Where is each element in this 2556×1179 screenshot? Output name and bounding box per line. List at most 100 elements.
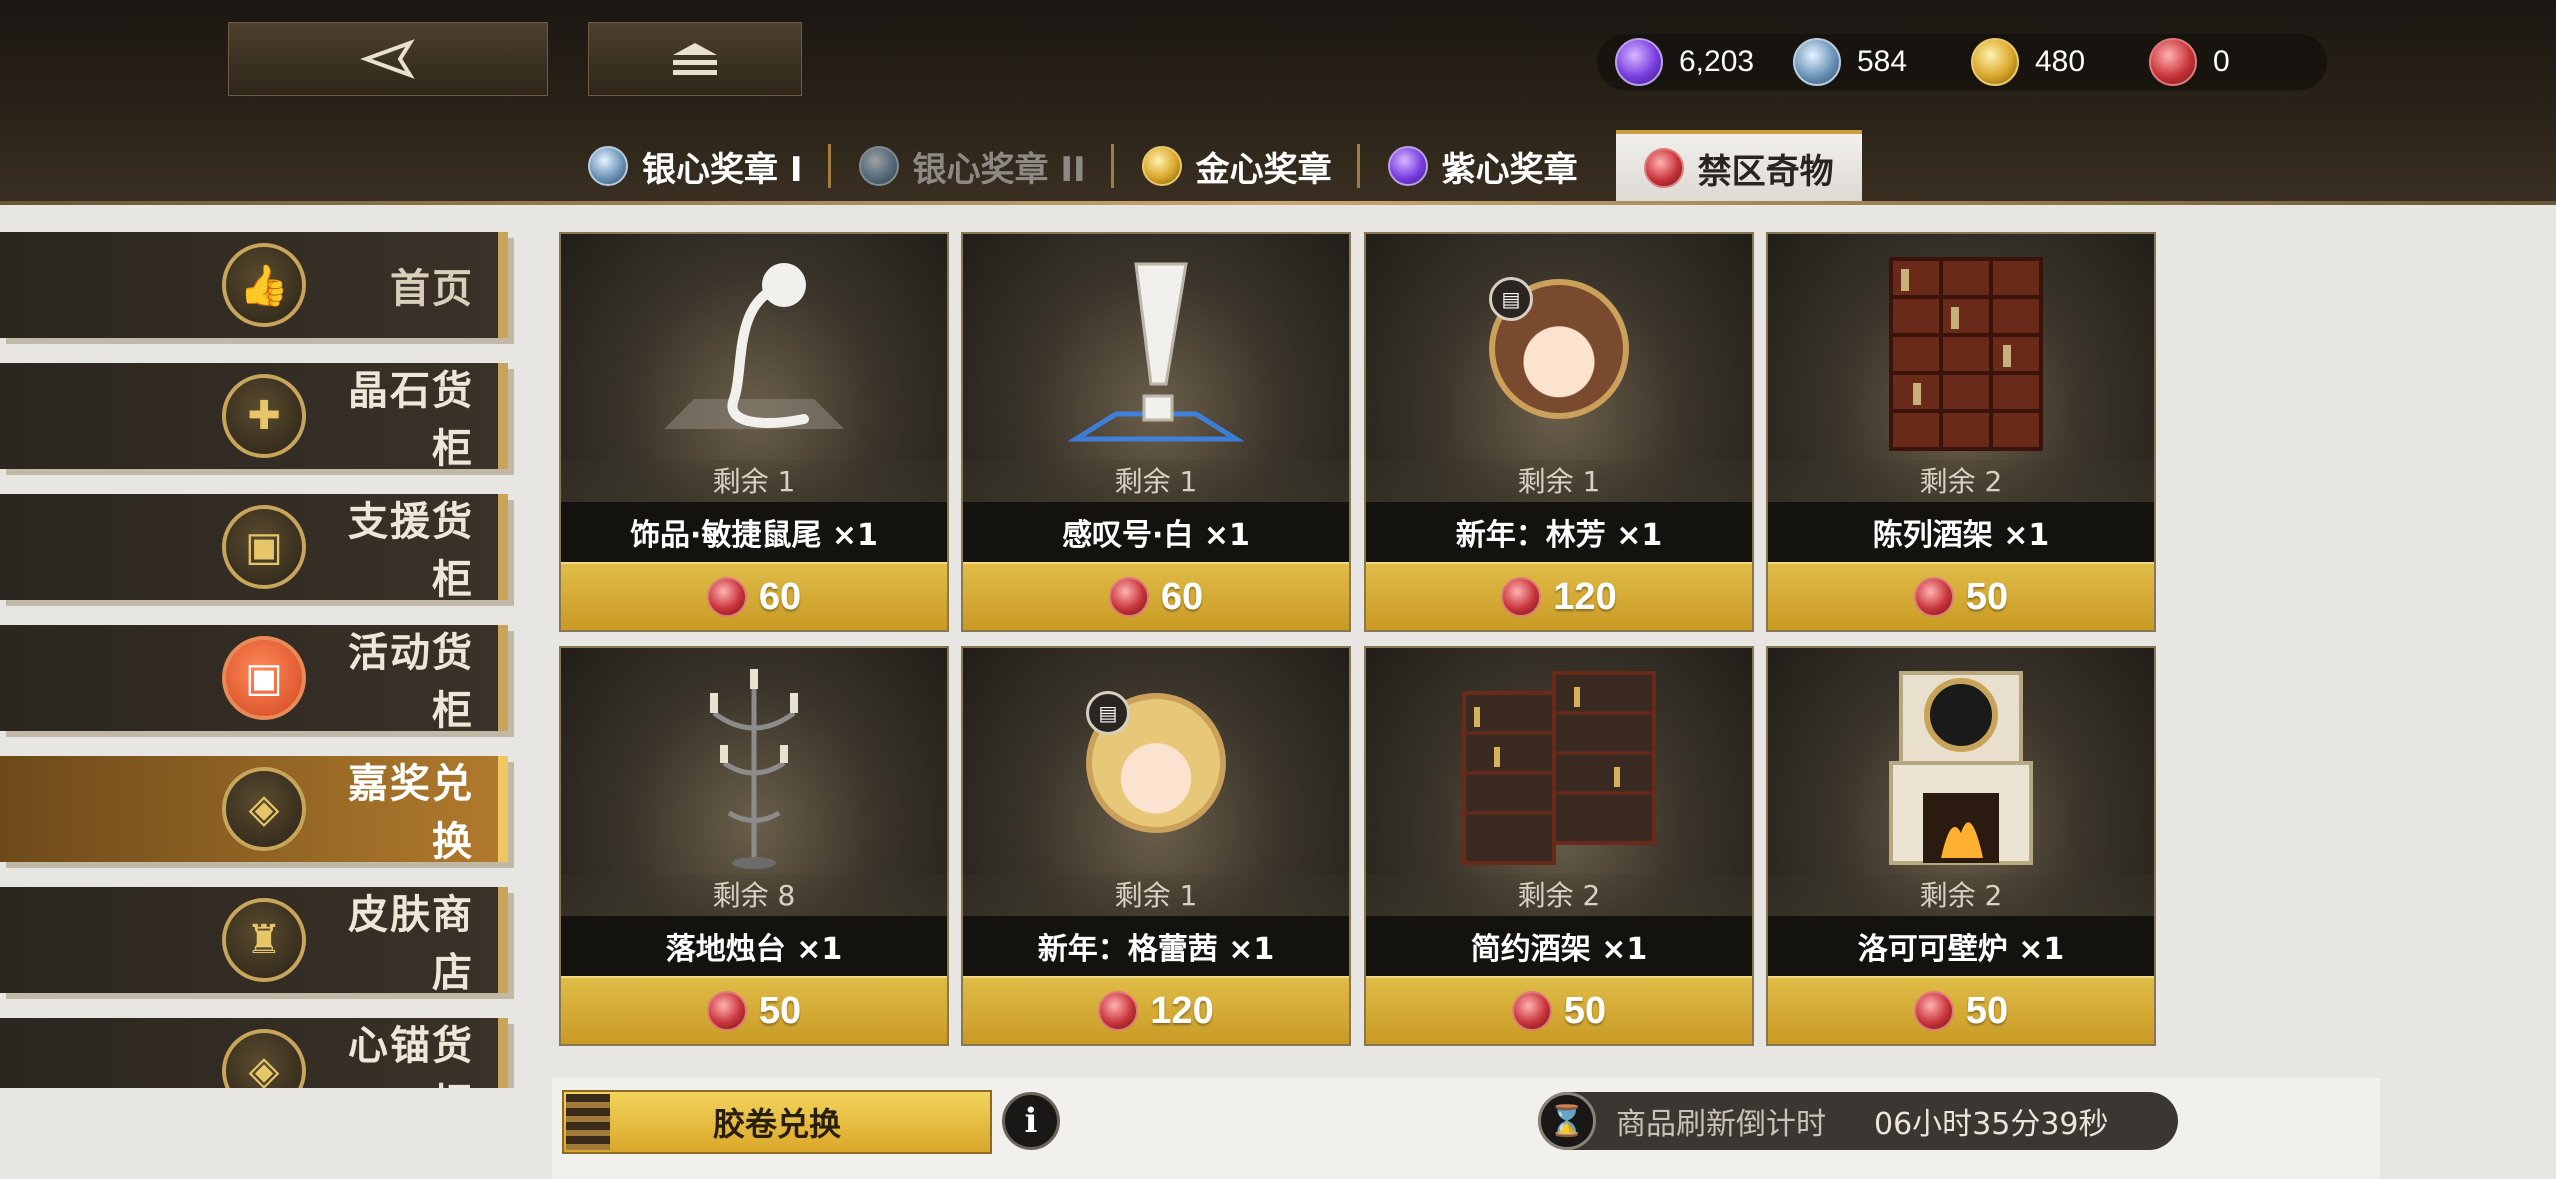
tab-label: 紫心奖章 [1441, 149, 1578, 190]
item-image [561, 648, 947, 878]
silver-heart-medal-icon [858, 146, 899, 186]
sidebar-item-label: 活动货柜 [348, 630, 474, 734]
product-card[interactable]: 剩余 2 陈列酒架 ×1 50 [1766, 232, 2156, 632]
item-image: ▤ [963, 648, 1349, 878]
price-button[interactable]: 50 [1768, 562, 2154, 630]
thumbs-up-icon: 👍 [222, 243, 306, 327]
product-card[interactable]: ▤ 剩余 1 新年：格蕾茜 ×1 120 [961, 646, 1351, 1046]
forbidden-relic-token-icon [1643, 148, 1684, 188]
exclamation-mark-icon [1067, 262, 1245, 442]
price-button[interactable]: 60 [561, 562, 947, 630]
item-image: ▤ [1366, 234, 1752, 464]
product-grid: 剩余 1 饰品·敏捷鼠尾 ×1 60 剩余 1 感叹号·白 ×1 60 ▤ 剩余 [559, 232, 2157, 1046]
remaining-count: 剩余 2 [1768, 874, 2154, 916]
info-icon[interactable]: i [1002, 1092, 1060, 1150]
currency-gold: 480 [1971, 38, 2149, 86]
price-button[interactable]: 50 [1366, 976, 1752, 1044]
home-button[interactable] [588, 22, 802, 96]
sidebar-item-label: 支援货柜 [348, 499, 474, 603]
sidebar-item-support-shop[interactable]: ▣ 支援货柜 [0, 494, 508, 603]
item-name: 简约酒架 ×1 [1366, 916, 1752, 976]
sidebar-item-event-shop[interactable]: ▣ 活动货柜 [0, 625, 508, 734]
sidebar-item-label: 心锚货柜 [348, 1023, 474, 1088]
product-card[interactable]: 剩余 8 落地烛台 ×1 50 [559, 646, 949, 1046]
footer-bar: 胶卷兑换 i ⌛ 商品刷新倒计时 06小时35分39秒 [552, 1078, 2380, 1179]
tab-label: 银心奖章 I [642, 149, 803, 190]
item-name: 饰品·敏捷鼠尾 ×1 [561, 502, 947, 562]
tab-silver-heart-1[interactable]: 银心奖章 I [560, 130, 831, 202]
product-card[interactable]: 剩余 1 感叹号·白 ×1 60 [961, 232, 1351, 632]
currency-value: 6,203 [1679, 45, 1755, 78]
item-name: 新年：格蕾茜 ×1 [963, 916, 1349, 976]
sidebar-item-label: 嘉奖兑换 [348, 761, 474, 865]
tab-label: 禁区奇物 [1697, 151, 1834, 192]
purple-heart-medal-icon [1615, 38, 1663, 86]
sidebar-item-home[interactable]: 👍 首页 [0, 232, 508, 338]
price-button[interactable]: 60 [963, 562, 1349, 630]
remaining-count: 剩余 2 [1366, 874, 1752, 916]
forbidden-relic-token-icon [1108, 577, 1149, 617]
film-exchange-button[interactable]: 胶卷兑换 [562, 1090, 992, 1154]
display-wine-rack-icon [1889, 257, 2043, 451]
home-stack-icon [673, 43, 717, 75]
back-button[interactable] [228, 22, 548, 96]
floor-candelabra-icon [710, 669, 798, 869]
currency-relic: 0 [2149, 38, 2327, 86]
price-value: 50 [758, 989, 802, 1032]
remaining-count: 剩余 1 [963, 460, 1349, 502]
tab-silver-heart-2[interactable]: 银心奖章 II [831, 130, 1114, 202]
price-button[interactable]: 50 [1768, 976, 2154, 1044]
tab-gold-heart[interactable]: 金心奖章 [1114, 130, 1360, 202]
sidebar-item-heart-anchor-shop[interactable]: ◈ 心锚货柜 [0, 1018, 508, 1088]
sidebar-item-label: 晶石货柜 [348, 368, 474, 472]
price-button[interactable]: 120 [963, 976, 1349, 1044]
product-card[interactable]: 剩余 1 饰品·敏捷鼠尾 ×1 60 [559, 232, 949, 632]
sidebar-item-crystal-shop[interactable]: ✚ 晶石货柜 [0, 363, 508, 472]
currency-silver: 584 [1793, 38, 1971, 86]
currency-value: 480 [2035, 45, 2086, 78]
character-avatar-lin-fang: ▤ [1489, 277, 1629, 419]
forbidden-relic-token-icon [1913, 991, 1954, 1031]
character-avatar-gracie: ▤ [1086, 691, 1226, 833]
crystal-cross-icon: ✚ [222, 374, 306, 458]
refresh-countdown-value: 06小时35分39秒 [1874, 1107, 2109, 1142]
product-card[interactable]: 剩余 2 洛可可壁炉 ×1 50 [1766, 646, 2156, 1046]
item-image [1768, 648, 2154, 878]
price-value: 60 [758, 575, 802, 618]
tab-purple-heart[interactable]: 紫心奖章 [1360, 130, 1606, 202]
remaining-count: 剩余 8 [561, 874, 947, 916]
price-button[interactable]: 120 [1366, 562, 1752, 630]
reward-emblem-icon: ◈ [222, 767, 306, 851]
price-value: 60 [1160, 575, 1204, 618]
mouse-tail-accessory-icon [664, 263, 844, 429]
sidebar-item-skin-shop[interactable]: ♜ 皮肤商店 [0, 887, 508, 996]
gold-heart-medal-icon [1141, 146, 1182, 186]
price-value: 50 [1965, 989, 2009, 1032]
price-button[interactable]: 50 [561, 976, 947, 1044]
forbidden-relic-token-icon [706, 991, 747, 1031]
tab-forbidden-relics[interactable]: 禁区奇物 [1615, 130, 1862, 202]
remaining-count: 剩余 1 [1366, 460, 1752, 502]
hourglass-icon: ⌛ [1538, 1092, 1596, 1150]
sidebar: 👍 首页 ✚ 晶石货柜 ▣ 支援货柜 ▣ 活动货柜 ◈ 嘉奖兑换 ♜ 皮肤商店 … [0, 228, 520, 1088]
product-card[interactable]: 剩余 2 简约酒架 ×1 50 [1364, 646, 1754, 1046]
item-image [1768, 234, 2154, 464]
item-name: 落地烛台 ×1 [561, 916, 947, 976]
product-card[interactable]: ▤ 剩余 1 新年：林芳 ×1 120 [1364, 232, 1754, 632]
currency-bar: 6,203 584 480 0 [1597, 34, 2327, 90]
item-image [561, 234, 947, 464]
shop-tabs: 银心奖章 I 银心奖章 II 金心奖章 紫心奖章 禁区奇物 [560, 130, 1862, 202]
heart-anchor-emblem-icon: ◈ [222, 1029, 306, 1088]
price-value: 50 [1965, 575, 2009, 618]
remaining-count: 剩余 1 [963, 874, 1349, 916]
price-value: 120 [1553, 575, 1617, 618]
forbidden-relic-token-icon [706, 577, 747, 617]
silver-heart-medal-icon [1793, 38, 1841, 86]
forbidden-relic-token-icon [1501, 577, 1542, 617]
purple-heart-medal-icon [1387, 146, 1428, 186]
sidebar-item-reward-exchange[interactable]: ◈ 嘉奖兑换 [0, 756, 508, 865]
back-arrow-icon [360, 39, 415, 79]
simple-wine-rack-icon [1462, 671, 1656, 865]
item-image [963, 234, 1349, 464]
tab-label: 金心奖章 [1195, 149, 1332, 190]
